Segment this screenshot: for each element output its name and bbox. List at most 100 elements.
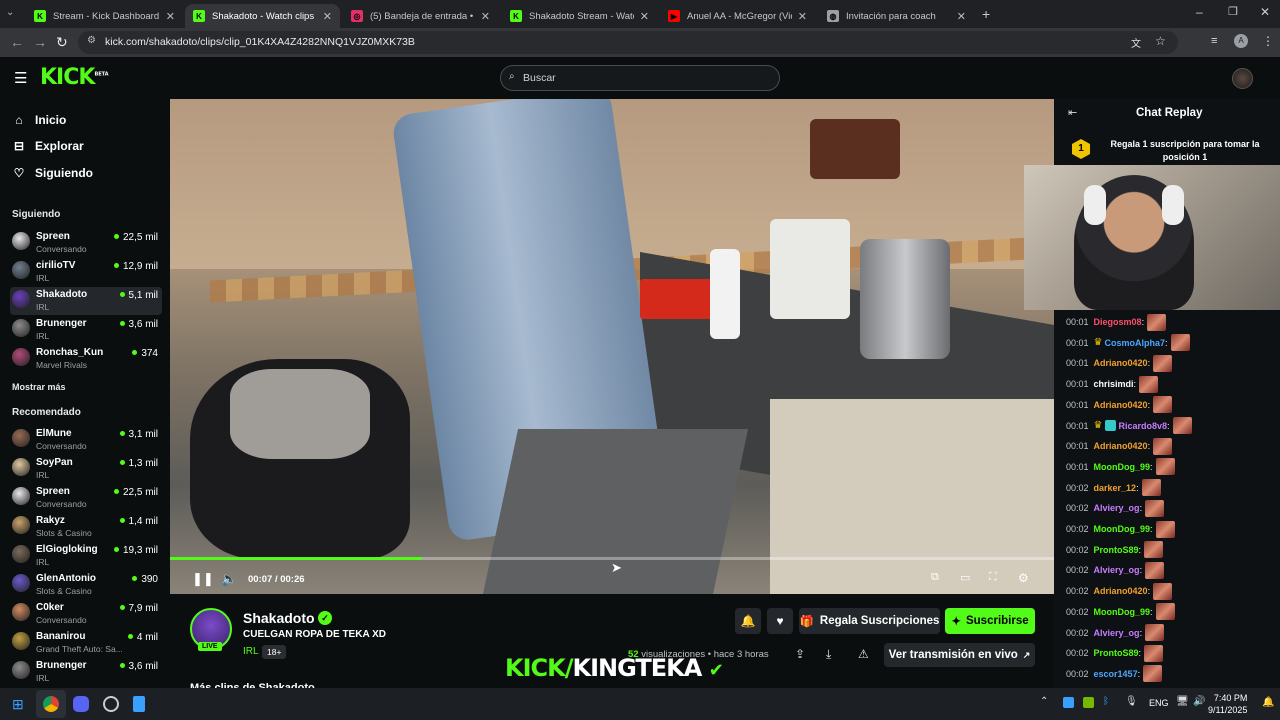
sidebar-channel[interactable]: Brunenger IRL 3,6 mil (10, 316, 162, 344)
browser-tab[interactable]: K Shakadoto Stream - Watch Live ✕ (502, 4, 657, 28)
tab-search-icon[interactable]: ≡ (1211, 35, 1217, 47)
sidebar-channel[interactable]: Spreen Conversando 22,5 mil (10, 229, 162, 257)
report-icon[interactable]: ⚠ (858, 647, 869, 661)
sidebar-channel[interactable]: Rakyz Slots & Casino 1,4 mil (10, 513, 162, 541)
sidebar-channel[interactable]: Shakadoto IRL 5,1 mil (10, 287, 162, 315)
video-player[interactable] (170, 99, 1054, 594)
sidebar-channel[interactable]: Brunenger IRL 3,6 mil (10, 658, 162, 686)
sidebar-channel[interactable]: GlenAntonio Slots & Casino 390 (10, 571, 162, 599)
url-field[interactable]: ⚙ kick.com/shakadoto/clips/clip_01K4XA4Z… (78, 31, 1178, 54)
chat-username[interactable]: chrisimdi (1094, 379, 1134, 389)
bookmark-star-icon[interactable]: ☆ (1155, 34, 1166, 48)
sidebar-channel[interactable]: Spreen Conversando 22,5 mil (10, 484, 162, 512)
profile-avatar[interactable]: A (1234, 34, 1248, 48)
chat-username[interactable]: MoonDog_99 (1094, 524, 1151, 534)
close-tab-icon[interactable]: ✕ (798, 10, 807, 23)
close-tab-icon[interactable]: ✕ (323, 10, 332, 23)
discord-icon[interactable] (73, 696, 89, 712)
reload-icon[interactable]: ↻ (56, 34, 68, 51)
chat-username[interactable]: ProntoS89 (1094, 545, 1139, 555)
notification-bell-button[interactable]: 🔔 (735, 608, 761, 634)
clock[interactable]: 7:40 PM 9/11/2025 (1208, 692, 1247, 716)
chat-username[interactable]: Alviery_og (1094, 628, 1140, 638)
browser-tab[interactable]: K Stream - Kick Dashboard ✕ (26, 4, 183, 28)
translate-icon[interactable]: 文 (1131, 35, 1141, 50)
close-window-icon[interactable]: ✕ (1260, 5, 1270, 19)
chat-username[interactable]: Ricardo8v8 (1119, 421, 1168, 431)
chat-username[interactable]: Adriano0420 (1094, 400, 1148, 410)
hamburger-menu-icon[interactable]: ☰ (14, 69, 27, 87)
bluetooth-icon[interactable]: ᛒ (1103, 696, 1109, 707)
new-tab-icon[interactable]: + (982, 6, 990, 22)
close-tab-icon[interactable]: ✕ (166, 10, 175, 23)
chat-username[interactable]: Alviery_og (1094, 565, 1140, 575)
microphone-icon[interactable]: 🎙 (1125, 696, 1138, 707)
chat-username[interactable]: Adriano0420 (1094, 441, 1148, 451)
download-icon[interactable]: ⤓ (826, 647, 831, 662)
menu-icon[interactable]: ⋮ (1262, 34, 1274, 48)
show-more-button[interactable]: Mostrar más (12, 382, 66, 392)
browser-tab[interactable]: K Shakadoto - Watch clips on ✕ (185, 4, 340, 28)
site-info-icon[interactable]: ⚙ (87, 35, 96, 46)
sidebar-channel[interactable]: C0ker Conversando 7,9 mil (10, 600, 162, 628)
sidebar-channel[interactable]: ElGiogloking IRL 19,3 mil (10, 542, 162, 570)
browser-tab[interactable]: ◍ Invitación para coach ✕ (819, 4, 974, 28)
user-avatar[interactable] (1232, 68, 1253, 89)
chat-username[interactable]: escor1457 (1094, 669, 1138, 679)
gift-leaderboard[interactable]: 1 Regala 1 suscripción para tomar la pos… (1064, 133, 1270, 167)
notifications-icon[interactable]: 🔔 (1262, 697, 1274, 708)
sidebar-channel[interactable]: Bananirou Grand Theft Auto: Sa... 4 mil (10, 629, 162, 657)
back-icon[interactable]: ← (10, 34, 24, 50)
network-icon[interactable]: 🖥 (1176, 696, 1189, 707)
category-link[interactable]: IRL (243, 646, 259, 657)
chat-username[interactable]: CosmoAlpha7 (1105, 338, 1166, 348)
notepad-icon[interactable] (133, 696, 145, 712)
pause-icon[interactable]: ❚❚ (192, 571, 214, 587)
search-input[interactable]: ⌕ Buscar (500, 65, 780, 91)
tab-list-icon[interactable]: ⌄ (6, 7, 14, 18)
gift-subs-button[interactable]: 🎁 Regala Suscripciones (799, 608, 940, 634)
subscribe-button[interactable]: ✦ Suscribirse (945, 608, 1035, 634)
nav-item-explorar[interactable]: ⊟ Explorar (12, 139, 84, 153)
chat-username[interactable]: Alviery_og (1094, 503, 1140, 513)
nav-item-inicio[interactable]: ⌂ Inicio (12, 113, 66, 127)
speaker-icon[interactable]: 🔊 (1193, 696, 1205, 707)
kick-logo[interactable]: KICKBETA (40, 65, 109, 90)
tray-expand-icon[interactable]: ⌃ (1040, 696, 1048, 707)
maximize-icon[interactable]: ❐ (1228, 5, 1238, 18)
chat-username[interactable]: MoonDog_99 (1094, 607, 1151, 617)
browser-tab[interactable]: ▶ Anuel AA - McGregor (Video O ✕ (660, 4, 815, 28)
collapse-chat-icon[interactable]: ⇤ (1068, 106, 1077, 119)
chat-username[interactable]: Adriano0420 (1094, 586, 1148, 596)
close-tab-icon[interactable]: ✕ (640, 10, 649, 23)
chat-username[interactable]: darker_12 (1094, 483, 1137, 493)
watch-live-button[interactable]: Ver transmisión en vivo ↗ (884, 643, 1035, 667)
chrome-icon[interactable] (43, 696, 59, 712)
nav-item-siguiendo[interactable]: ♡ Siguiendo (12, 166, 93, 180)
nvidia-icon[interactable] (1083, 697, 1094, 708)
close-tab-icon[interactable]: ✕ (481, 10, 490, 23)
sidebar-channel[interactable]: cirilioTV IRL 12,9 mil (10, 258, 162, 286)
chat-username[interactable]: Diegosm08 (1094, 317, 1142, 327)
forward-icon[interactable]: → (33, 34, 47, 50)
obs-icon[interactable] (103, 696, 119, 712)
minimize-icon[interactable]: – (1196, 5, 1203, 19)
sidebar-channel[interactable]: Ronchas_Kun Marvel Rivals 374 (10, 345, 162, 373)
tray-app-icon[interactable] (1063, 697, 1074, 708)
sidebar-channel[interactable]: ElMune Conversando 3,1 mil (10, 426, 162, 454)
windows-start-icon[interactable]: ⊞ (12, 696, 24, 713)
chat-username[interactable]: Adriano0420 (1094, 358, 1148, 368)
close-tab-icon[interactable]: ✕ (957, 10, 966, 23)
volume-icon[interactable]: 🔈 (221, 571, 237, 587)
channel-name[interactable]: Shakadoto (243, 610, 315, 626)
language-indicator[interactable]: ENG (1149, 698, 1169, 708)
settings-icon[interactable]: ⚙ (1018, 571, 1029, 585)
follow-heart-button[interactable]: ♥ (767, 608, 793, 634)
picture-in-picture-icon[interactable]: ⧉ (931, 571, 939, 584)
theater-mode-icon[interactable]: ▭ (960, 571, 970, 584)
fullscreen-icon[interactable]: ⛶ (989, 571, 997, 584)
chat-username[interactable]: ProntoS89 (1094, 648, 1139, 658)
share-icon[interactable]: ⇪ (795, 647, 805, 661)
sidebar-channel[interactable]: SoyPan IRL 1,3 mil (10, 455, 162, 483)
chat-username[interactable]: MoonDog_99 (1094, 462, 1151, 472)
